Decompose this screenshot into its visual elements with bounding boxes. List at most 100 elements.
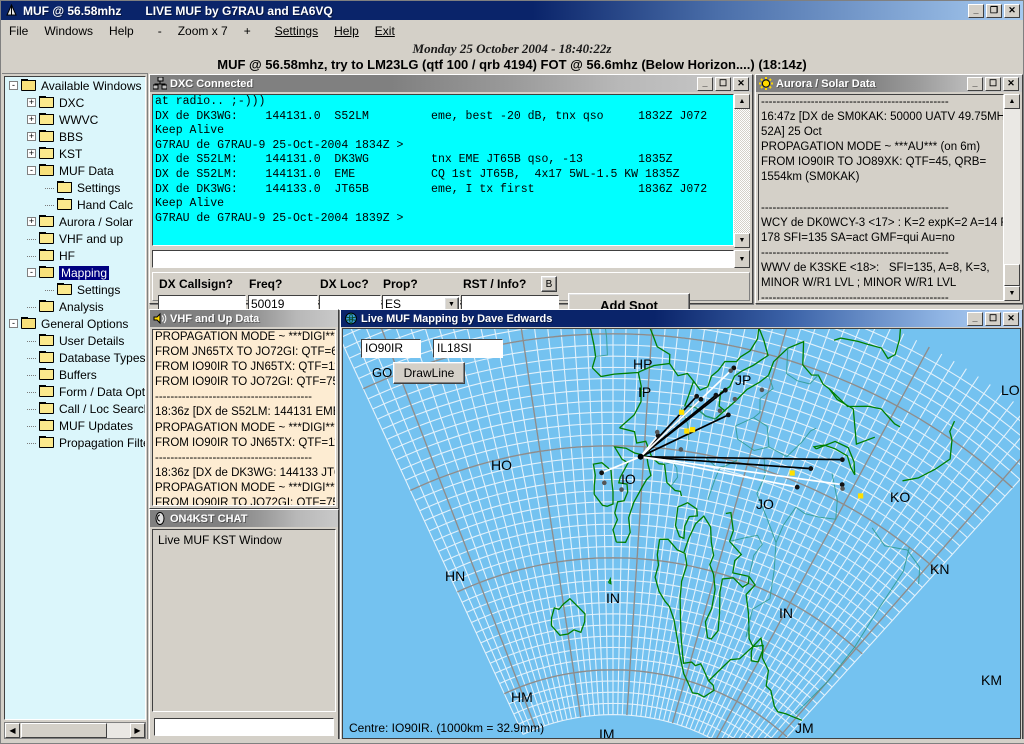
dxc-log-scrollbar[interactable]: ▲ ▼ [734,94,750,248]
tree-item-settings[interactable]: Settings [5,179,145,196]
tree-item-analysis[interactable]: Analysis [5,298,145,315]
zoom-level-label: Zoom x 7 [177,23,228,38]
map-locator-from-input[interactable]: IO90IR [361,339,421,358]
vhf-log[interactable]: PROPAGATION MODE ~ ***DIGI*** (on FROM J… [152,329,336,506]
tree-item-label: MUF Data [59,163,114,178]
tree-item-user-details[interactable]: User Details [5,332,145,349]
grid-square-label: HO [491,457,512,473]
expand-toggle-icon[interactable]: + [27,217,36,226]
scroll-right-icon[interactable]: ▶ [130,723,145,738]
tree-item-aurora-solar[interactable]: + Aurora / Solar [5,213,145,230]
muf-summary: MUF @ 56.58mhz, try to LM23LG (qtf 100 /… [217,57,807,72]
collapse-toggle-icon[interactable]: - [9,81,18,90]
tree-item-buffers[interactable]: Buffers [5,366,145,383]
aurora-scroll-thumb[interactable] [1004,264,1020,286]
grid-square-label: IN [779,605,793,621]
folder-icon [21,317,37,330]
expand-toggle-icon[interactable]: + [27,149,36,158]
tree-item-hand-calc[interactable]: Hand Calc [5,196,145,213]
tree-item-kst[interactable]: + KST [5,145,145,162]
tree-item-label: Propagation Filters [59,435,145,450]
map-go-label[interactable]: GO [372,365,392,380]
menu-windows[interactable]: Windows [36,22,101,40]
map-title: Live MUF Mapping by Dave Edwards [361,312,553,325]
aurora-log[interactable]: ----------------------------------------… [758,94,1004,301]
tree-item-label: Mapping [59,265,110,280]
restore-button[interactable]: ❐ [986,3,1002,18]
navigation-tree[interactable]: - Available Windows + DXC + WWVC + BBS + KST - MUF … [4,76,146,720]
collapse-toggle-icon[interactable]: - [9,319,18,328]
aurora-scroll-track[interactable] [1004,109,1020,264]
menu-exit[interactable]: Exit [367,22,403,40]
dxc-minimize-button[interactable]: _ [697,76,713,91]
expand-toggle-icon[interactable]: + [27,98,36,107]
menu-settings[interactable]: Settings [259,22,326,40]
zoom-increase-button[interactable]: + [236,22,259,40]
tree-item-call-loc-search[interactable]: Call / Loc Search [5,400,145,417]
main-subtitle: LIVE MUF by G7RAU and EA6VQ [145,3,333,18]
collapse-toggle-icon[interactable]: - [27,268,36,277]
dxc-maximize-button[interactable]: ☐ [715,76,731,91]
tree-item-hf[interactable]: HF [5,247,145,264]
aurora-scrollbar[interactable]: ▲ ▼ [1004,94,1020,301]
tree-item-muf-data[interactable]: - MUF Data [5,162,145,179]
expand-toggle-icon[interactable]: + [27,115,36,124]
expand-toggle-icon[interactable]: + [27,132,36,141]
tree-horizontal-scrollbar[interactable]: ◀ ▶ [4,722,146,739]
tree-item-dxc[interactable]: + DXC [5,94,145,111]
tree-item-propagation-filters[interactable]: Propagation Filters [5,434,145,451]
dxc-titlebar: DXC Connected _ ☐ ✕ [150,75,752,92]
menu-help-2[interactable]: Help [326,22,367,40]
aurora-scroll-up-icon[interactable]: ▲ [1004,94,1020,109]
folder-icon [39,368,55,381]
collapse-toggle-icon[interactable]: - [27,166,36,175]
dxc-command-input[interactable] [152,250,734,268]
map-maximize-button[interactable]: ☐ [985,311,1001,326]
hscroll-thumb[interactable] [21,723,107,738]
menu-help[interactable]: Help [101,22,142,40]
scroll-left-icon[interactable]: ◀ [5,723,20,738]
map-graphics [343,329,1020,738]
tree-item-database-types[interactable]: Database Types [5,349,145,366]
tree-item-vhf-and-up[interactable]: VHF and up [5,230,145,247]
tree-item-settings[interactable]: Settings [5,281,145,298]
hscroll-track[interactable] [107,723,130,738]
close-button[interactable]: ✕ [1004,3,1020,18]
tree-item-available-windows[interactable]: - Available Windows [5,77,145,94]
minimize-button[interactable]: _ [968,3,984,18]
b-button[interactable]: B [541,276,557,292]
tree-item-bbs[interactable]: + BBS [5,128,145,145]
headphone-icon [153,512,167,525]
folder-icon [39,130,55,143]
map-locator-to-input[interactable]: IL18SI [433,339,503,358]
dxc-scroll-track[interactable] [734,109,750,233]
aurora-close-button[interactable]: ✕ [1003,76,1019,91]
dxc-history-dropdown-icon[interactable]: ▼ [734,250,750,268]
aurora-window-controls: _ ☐ ✕ [967,76,1019,91]
grid-square-label: KM [981,672,1002,688]
map-canvas[interactable]: HP IP JP LO HO IO JO KO HN IN KN IN KM HM JM IM IO90IR … [342,328,1021,739]
tree-item-label: KST [59,146,83,161]
aurora-scroll-down-icon[interactable]: ▼ [1004,286,1020,301]
mdi-workspace: - Available Windows + DXC + WWVC + BBS + KST - MUF … [2,73,1023,743]
dxc-log[interactable]: at radio.. ;-))) DX de DK3WG: 144131.0 S… [152,94,734,246]
dxloc-label: DX Loc? [320,277,369,291]
kst-body-wrap: Live MUF KST Window [150,527,338,740]
menu-file[interactable]: File [1,22,36,40]
tree-item-mapping[interactable]: - Mapping [5,264,145,281]
tree-item-muf-updates[interactable]: MUF Updates [5,417,145,434]
map-close-button[interactable]: ✕ [1003,311,1019,326]
tree-item-general-options[interactable]: - General Options [5,315,145,332]
tree-item-label: Form / Data Options [59,384,145,399]
aurora-maximize-button[interactable]: ☐ [985,76,1001,91]
dxc-scroll-up-icon[interactable]: ▲ [734,94,750,109]
kst-input[interactable] [154,718,334,736]
dxc-scroll-down-icon[interactable]: ▼ [734,233,750,248]
tree-item-form-data-options[interactable]: Form / Data Options [5,383,145,400]
map-drawline-button[interactable]: DrawLine [393,362,465,384]
zoom-decrease-button[interactable]: - [142,22,170,40]
aurora-minimize-button[interactable]: _ [967,76,983,91]
dxc-close-button[interactable]: ✕ [733,76,749,91]
tree-item-wwvc[interactable]: + WWVC [5,111,145,128]
map-minimize-button[interactable]: _ [967,311,983,326]
